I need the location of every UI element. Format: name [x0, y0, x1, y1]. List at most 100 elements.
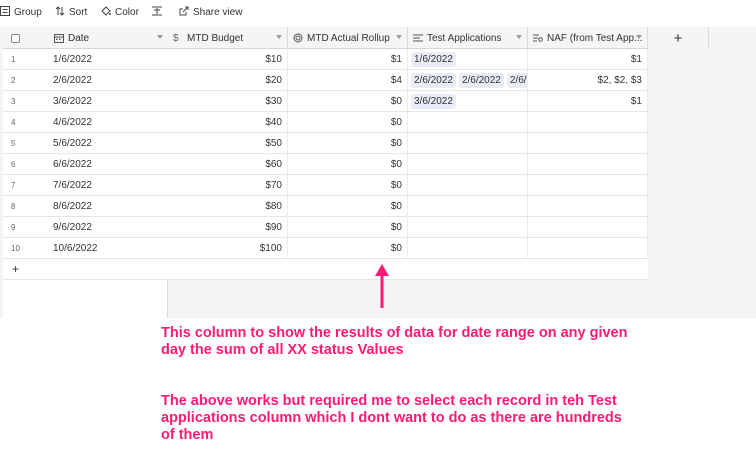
linked-record-chip[interactable]: 2/6/2022	[411, 73, 456, 88]
sort-button[interactable]: Sort	[55, 2, 87, 22]
date-cell[interactable]: 8/6/2022	[49, 196, 168, 217]
row-number: 5	[11, 139, 16, 148]
budget-cell[interactable]: $60	[168, 154, 288, 175]
row-height-button[interactable]	[152, 2, 166, 22]
test-applications-cell[interactable]	[408, 112, 528, 133]
test-applications-cell[interactable]	[408, 154, 528, 175]
date-cell[interactable]: 1/6/2022	[49, 49, 168, 70]
test-applications-cell[interactable]	[408, 196, 528, 217]
table-row[interactable]: 2 2/6/2022	[3, 70, 168, 91]
table-row[interactable]: $70 $0	[168, 175, 648, 196]
budget-cell[interactable]: $100	[168, 238, 288, 259]
naf-column-label: NAF (from Test App...	[547, 32, 643, 44]
naf-cell[interactable]: $2, $2, $3	[528, 70, 648, 91]
table-row[interactable]: $40 $0	[168, 112, 648, 133]
budget-cell[interactable]: $80	[168, 196, 288, 217]
naf-cell[interactable]	[528, 154, 648, 175]
budget-cell[interactable]: $50	[168, 133, 288, 154]
rollup-cell[interactable]: $1	[288, 49, 408, 70]
table-row[interactable]: 9 9/6/2022	[3, 217, 168, 238]
table-row[interactable]: 8 8/6/2022	[3, 196, 168, 217]
column-header-date[interactable]: Date	[49, 27, 168, 49]
column-header-budget[interactable]: $ MTD Budget	[168, 27, 288, 49]
table-row[interactable]: 10 10/6/2022	[3, 238, 168, 259]
naf-cell[interactable]: $1	[528, 49, 648, 70]
table-row[interactable]: 6 6/6/2022	[3, 154, 168, 175]
table-row[interactable]: $90 $0	[168, 217, 648, 238]
linked-record-chip[interactable]: 1/6/2022	[411, 52, 456, 67]
table-row[interactable]: 5 5/6/2022	[3, 133, 168, 154]
color-button[interactable]: Color	[101, 2, 139, 22]
test-applications-cell[interactable]	[408, 238, 528, 259]
budget-cell[interactable]: $30	[168, 91, 288, 112]
naf-cell[interactable]	[528, 196, 648, 217]
linked-record-chip[interactable]: 3/6/2022	[411, 94, 456, 109]
test-applications-cell[interactable]: 1/6/2022	[408, 49, 528, 70]
date-cell[interactable]: 9/6/2022	[49, 217, 168, 238]
column-header-rollup[interactable]: MTD Actual Rollup	[288, 27, 408, 49]
table-row[interactable]: $20$42/6/20222/6/20222/6/20$2, $2, $3	[168, 70, 648, 91]
table-row[interactable]: $60 $0	[168, 154, 648, 175]
row-number: 2	[11, 76, 16, 85]
chevron-down-icon[interactable]	[636, 35, 642, 39]
date-cell[interactable]: 10/6/2022	[49, 238, 168, 259]
table-row[interactable]: 1 1/6/2022	[3, 49, 168, 70]
row-number: 1	[11, 55, 16, 64]
test-applications-cell[interactable]	[408, 217, 528, 238]
chevron-down-icon[interactable]	[157, 35, 163, 39]
add-record-row[interactable]	[168, 259, 648, 280]
test-applications-cell[interactable]: 2/6/20222/6/20222/6/20	[408, 70, 528, 91]
rollup-cell[interactable]: $0	[288, 238, 408, 259]
rollup-cell[interactable]: $0	[288, 175, 408, 196]
test-applications-cell[interactable]: 3/6/2022	[408, 91, 528, 112]
sort-label: Sort	[69, 6, 88, 18]
chevron-down-icon[interactable]	[276, 35, 282, 39]
table-row[interactable]: 4 4/6/2022	[3, 112, 168, 133]
share-view-button[interactable]: Share view	[179, 2, 242, 22]
table-row[interactable]: 3 3/6/2022	[3, 91, 168, 112]
naf-cell[interactable]: $1	[528, 91, 648, 112]
naf-cell[interactable]	[528, 238, 648, 259]
rollup-cell[interactable]: $0	[288, 196, 408, 217]
date-cell[interactable]: 4/6/2022	[49, 112, 168, 133]
group-button[interactable]: Group	[0, 2, 42, 22]
table-row[interactable]: $80 $0	[168, 196, 648, 217]
rollup-cell[interactable]: $4	[288, 70, 408, 91]
table-row[interactable]: $50 $0	[168, 133, 648, 154]
table-row[interactable]: $10 $1 1/6/2022 $1	[168, 49, 648, 70]
linked-record-chip[interactable]: 2/6/2022	[458, 73, 504, 88]
budget-cell[interactable]: $20	[168, 70, 288, 91]
budget-cell[interactable]: $90	[168, 217, 288, 238]
test-applications-cell[interactable]	[408, 133, 528, 154]
date-cell[interactable]: 3/6/2022	[49, 91, 168, 112]
date-cell[interactable]: 2/6/2022	[49, 70, 168, 91]
rollup-cell[interactable]: $0	[288, 217, 408, 238]
date-cell[interactable]: 7/6/2022	[49, 175, 168, 196]
date-cell[interactable]: 6/6/2022	[49, 154, 168, 175]
column-header-naf[interactable]: NAF (from Test App...	[528, 27, 648, 49]
chevron-down-icon[interactable]	[516, 35, 522, 39]
add-record-button[interactable]: +	[3, 259, 168, 280]
naf-cell[interactable]	[528, 112, 648, 133]
budget-cell[interactable]: $70	[168, 175, 288, 196]
rollup-cell[interactable]: $0	[288, 154, 408, 175]
rollup-cell[interactable]: $0	[288, 112, 408, 133]
table-row[interactable]: 7 7/6/2022	[3, 175, 168, 196]
row-number: 3	[11, 97, 16, 106]
table-row[interactable]: $30 $0 3/6/2022 $1	[168, 91, 648, 112]
select-all-checkbox[interactable]	[3, 27, 49, 49]
chevron-down-icon[interactable]	[396, 35, 402, 39]
naf-cell[interactable]	[528, 217, 648, 238]
naf-cell[interactable]	[528, 175, 648, 196]
test-applications-cell[interactable]	[408, 175, 528, 196]
add-column-button[interactable]: +	[648, 27, 709, 49]
rollup-cell[interactable]: $0	[288, 133, 408, 154]
naf-cell[interactable]	[528, 133, 648, 154]
rollup-cell[interactable]: $0	[288, 91, 408, 112]
budget-cell[interactable]: $40	[168, 112, 288, 133]
column-header-test-applications[interactable]: Test Applications	[408, 27, 528, 49]
linked-record-chip[interactable]: 2/6/20	[506, 73, 527, 88]
budget-cell[interactable]: $10	[168, 49, 288, 70]
table-row[interactable]: $100 $0	[168, 238, 648, 259]
date-cell[interactable]: 5/6/2022	[49, 133, 168, 154]
